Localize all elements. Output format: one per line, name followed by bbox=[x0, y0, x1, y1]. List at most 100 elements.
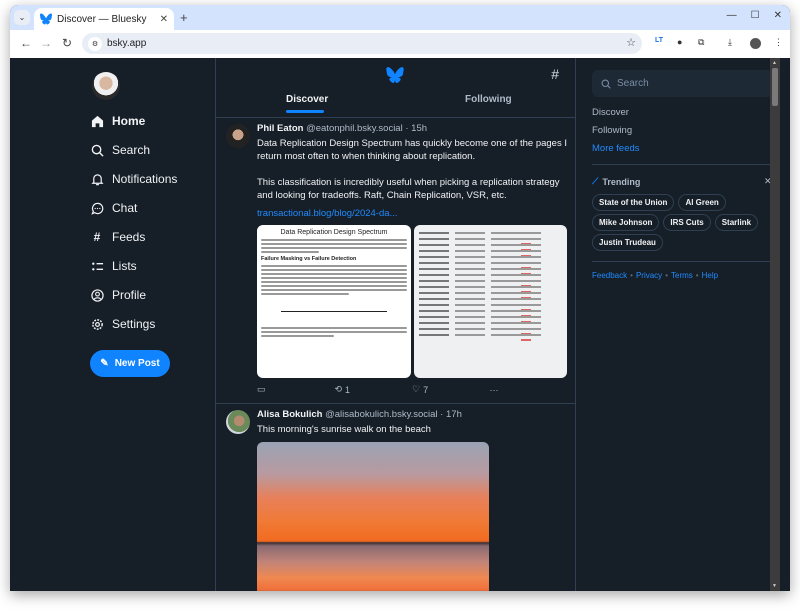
scroll-down-icon[interactable]: ▼ bbox=[772, 583, 777, 589]
compose-icon: ✎ bbox=[100, 358, 109, 369]
search-icon bbox=[601, 79, 611, 89]
nav-home[interactable]: Home bbox=[90, 114, 145, 128]
browser-window: ⌄ Discover — Bluesky ✕ + — ☐ ✕ ← → ↻ ⚙ b… bbox=[10, 5, 790, 591]
feed-header: # Discover Following bbox=[216, 58, 575, 118]
trending-chip[interactable]: Mike Johnson bbox=[592, 214, 660, 231]
repost-button[interactable]: ⟲ 1 bbox=[335, 384, 413, 395]
bookmark-star-icon[interactable]: ☆ bbox=[626, 36, 636, 49]
browser-toolbar: ← → ↻ ⚙ bsky.app ☆ LT ● ⧉ ⤓ ⋮ bbox=[10, 30, 790, 58]
feedback-link[interactable]: Feedback bbox=[592, 271, 627, 280]
bluesky-logo-icon bbox=[386, 67, 404, 83]
reply-button[interactable]: ▭ bbox=[257, 384, 335, 395]
right-sidebar: Search Discover Following More feeds ⟋ T… bbox=[576, 58, 780, 591]
trending-icon: ⟋ bbox=[592, 176, 599, 186]
hash-icon: # bbox=[93, 230, 101, 244]
gear-icon bbox=[90, 317, 104, 331]
search-icon bbox=[90, 143, 104, 157]
post-image-sunrise[interactable] bbox=[257, 442, 489, 591]
author-handle[interactable]: @alisabokulich.bsky.social bbox=[325, 409, 437, 420]
trending-chip[interactable]: IRS Cuts bbox=[663, 214, 711, 231]
nav-lists[interactable]: Lists bbox=[90, 259, 137, 273]
nav-profile[interactable]: Profile bbox=[90, 288, 146, 302]
post-image-table[interactable] bbox=[414, 225, 567, 378]
post-meta: Phil Eaton @eatonphil.bsky.social · 15h bbox=[257, 123, 428, 134]
list-icon bbox=[90, 259, 104, 273]
author-handle[interactable]: @eatonphil.bsky.social bbox=[306, 123, 403, 134]
trending-chip[interactable]: Al Green bbox=[678, 194, 726, 211]
address-bar[interactable]: ⚙ bsky.app ☆ bbox=[82, 33, 642, 54]
my-avatar[interactable] bbox=[92, 72, 120, 100]
main-feed: # Discover Following Phil Eaton @eatonph… bbox=[215, 58, 576, 591]
scroll-thumb[interactable] bbox=[772, 68, 778, 106]
maximize-button[interactable]: ☐ bbox=[751, 10, 760, 21]
active-tab-indicator bbox=[286, 110, 324, 113]
divider bbox=[592, 261, 773, 262]
nav-search[interactable]: Search bbox=[90, 143, 150, 157]
profile-avatar[interactable] bbox=[750, 38, 761, 49]
tab-discover[interactable]: Discover bbox=[286, 94, 328, 105]
help-link[interactable]: Help bbox=[702, 271, 718, 280]
tab-following[interactable]: Following bbox=[465, 94, 512, 105]
post-avatar[interactable] bbox=[226, 124, 250, 148]
tab-close-icon[interactable]: ✕ bbox=[160, 14, 168, 25]
post[interactable]: Phil Eaton @eatonphil.bsky.social · 15h … bbox=[216, 118, 575, 404]
reply-icon: ▭ bbox=[257, 384, 266, 394]
ellipsis-icon: ··· bbox=[489, 384, 499, 395]
languagetool-extension-icon[interactable]: LT bbox=[655, 37, 663, 44]
repost-icon: ⟲ bbox=[334, 384, 343, 394]
close-window-button[interactable]: ✕ bbox=[774, 10, 782, 21]
trending-chip[interactable]: Justin Trudeau bbox=[592, 234, 663, 251]
forward-button[interactable]: → bbox=[40, 36, 52, 50]
menu-kebab-icon[interactable]: ⋮ bbox=[774, 37, 783, 48]
site-info-icon[interactable]: ⚙ bbox=[88, 36, 102, 51]
extensions-puzzle-icon[interactable]: ⧉ bbox=[698, 37, 704, 48]
feed-link-discover[interactable]: Discover bbox=[592, 107, 629, 118]
left-navigation: Home Search Notifications Chat # Feeds L… bbox=[10, 58, 215, 591]
nav-feeds[interactable]: # Feeds bbox=[90, 230, 146, 244]
chat-icon bbox=[90, 201, 104, 215]
reload-button[interactable]: ↻ bbox=[62, 36, 72, 50]
new-post-button[interactable]: ✎ New Post bbox=[90, 350, 170, 377]
tab-search-button[interactable]: ⌄ bbox=[14, 10, 30, 25]
url-text: bsky.app bbox=[107, 38, 147, 49]
post-link[interactable]: transactional.blog/blog/2024-da... bbox=[257, 208, 567, 219]
footer-links: Feedback • Privacy • Terms • Help bbox=[592, 271, 719, 280]
author-name[interactable]: Phil Eaton bbox=[257, 123, 303, 134]
divider bbox=[592, 164, 773, 165]
download-icon[interactable]: ⤓ bbox=[728, 37, 732, 48]
tab-title: Discover — Bluesky bbox=[57, 13, 147, 25]
new-tab-button[interactable]: + bbox=[180, 10, 188, 25]
feed-link-following[interactable]: Following bbox=[592, 125, 632, 136]
post-time[interactable]: 15h bbox=[411, 123, 427, 134]
trending-chip[interactable]: Starlink bbox=[714, 214, 759, 231]
nav-settings[interactable]: Settings bbox=[90, 317, 155, 331]
bluesky-page: Home Search Notifications Chat # Feeds L… bbox=[10, 58, 790, 591]
post-image-document[interactable]: Data Replication Design Spectrum Failure… bbox=[257, 225, 411, 378]
minimize-button[interactable]: — bbox=[727, 10, 737, 21]
post-time[interactable]: 17h bbox=[446, 409, 462, 420]
privacy-link[interactable]: Privacy bbox=[636, 271, 662, 280]
nav-chat[interactable]: Chat bbox=[90, 201, 137, 215]
back-button[interactable]: ← bbox=[20, 36, 32, 50]
bell-icon bbox=[90, 172, 104, 186]
author-name[interactable]: Alisa Bokulich bbox=[257, 409, 322, 420]
trending-chip[interactable]: State of the Union bbox=[592, 194, 675, 211]
browser-tab[interactable]: Discover — Bluesky ✕ bbox=[34, 8, 174, 30]
feeds-hash-icon[interactable]: # bbox=[551, 66, 559, 82]
trending-topics: State of the Union Al Green Mike Johnson… bbox=[592, 194, 773, 251]
scroll-up-icon[interactable]: ▲ bbox=[772, 60, 777, 66]
terms-link[interactable]: Terms bbox=[671, 271, 693, 280]
scrollbar[interactable]: ▲ ▼ bbox=[770, 58, 780, 591]
post-text: Data Replication Design Spectrum has qui… bbox=[257, 138, 567, 201]
post-avatar[interactable] bbox=[226, 410, 250, 434]
search-input[interactable]: Search bbox=[592, 70, 773, 97]
bluesky-favicon-icon bbox=[40, 13, 52, 25]
like-button[interactable]: ♡ 7 bbox=[412, 384, 490, 395]
post-actions: ▭ ⟲ 1 ♡ 7 ··· bbox=[257, 384, 567, 403]
privacy-extension-icon[interactable]: ● bbox=[677, 37, 682, 47]
nav-notifications[interactable]: Notifications bbox=[90, 172, 177, 186]
more-feeds-link[interactable]: More feeds bbox=[592, 143, 640, 154]
more-options-button[interactable]: ··· bbox=[490, 384, 568, 395]
heart-icon: ♡ bbox=[412, 384, 421, 394]
post[interactable]: Alisa Bokulich @alisabokulich.bsky.socia… bbox=[216, 404, 575, 591]
